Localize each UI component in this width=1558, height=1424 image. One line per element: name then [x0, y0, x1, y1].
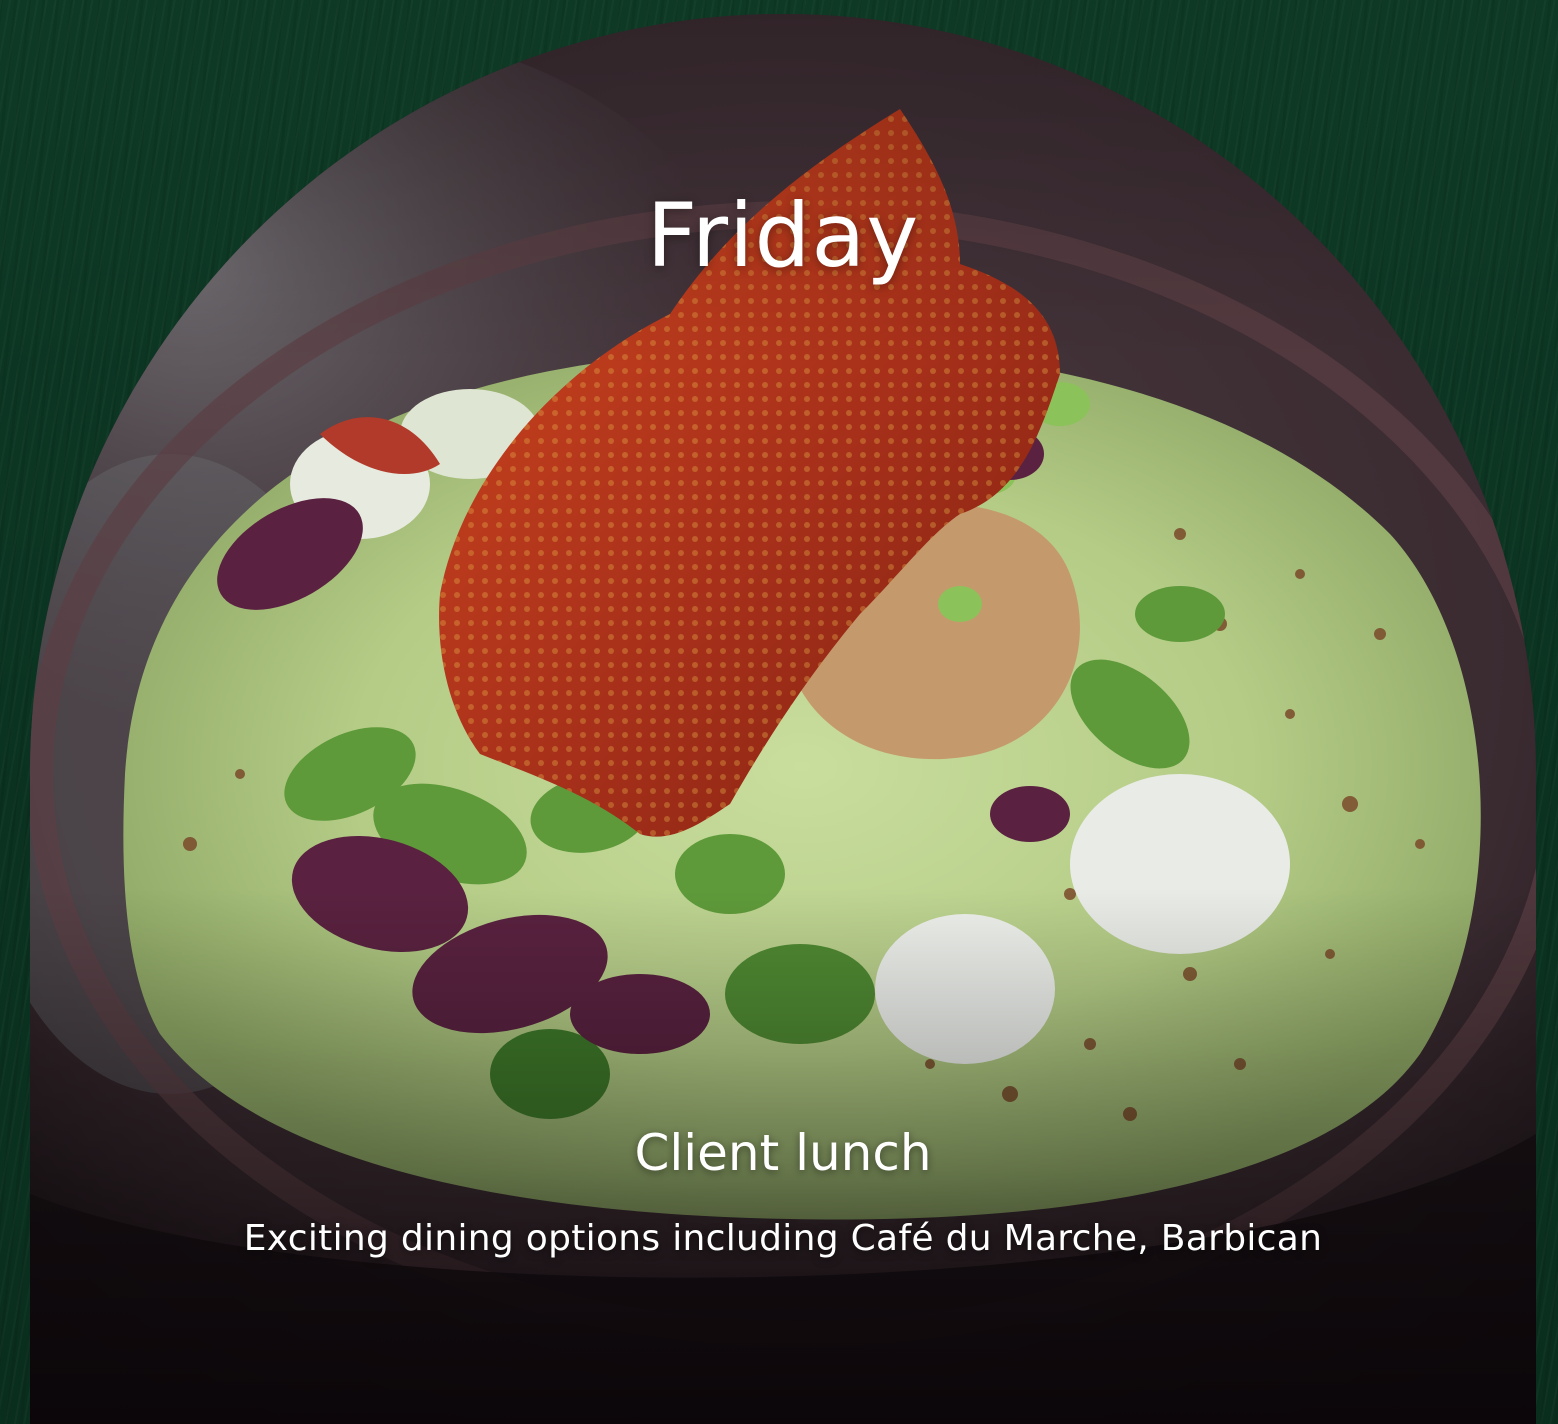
day-title: Friday	[646, 184, 920, 287]
event-title: Client lunch	[634, 1124, 932, 1182]
event-card[interactable]: Friday Client lunch Exciting dining opti…	[30, 14, 1536, 1424]
event-description: Exciting dining options including Café d…	[243, 1218, 1323, 1259]
